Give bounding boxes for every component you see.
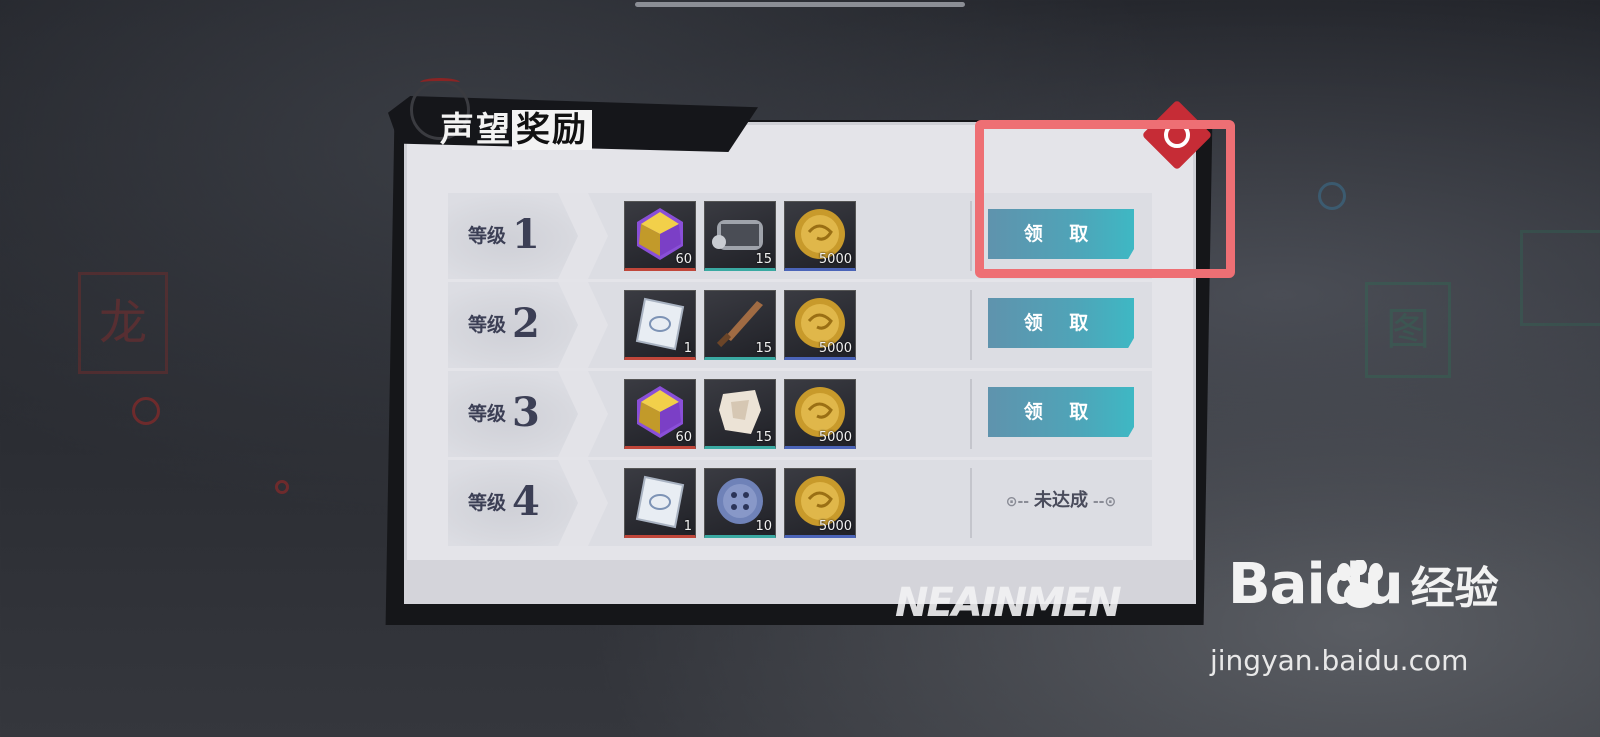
title-ring-accent — [420, 78, 460, 87]
level-text: 等级 — [468, 403, 507, 425]
row-divider — [970, 290, 972, 360]
reward-row: 等级 3 60 15 5000 领 取 — [448, 371, 1152, 457]
item-quantity: 60 — [675, 430, 692, 445]
level-label: 等级 3 — [468, 389, 540, 436]
row-divider — [970, 379, 972, 449]
item-quantity: 15 — [755, 430, 772, 445]
reward-item[interactable]: 5000 — [784, 468, 856, 538]
level-text: 等级 — [468, 492, 507, 514]
watermark-url: jingyan.baidu.com — [1210, 644, 1469, 677]
unmet-left-deco-icon: ⊙-- — [1005, 494, 1034, 510]
reward-item[interactable]: 15 — [704, 201, 776, 271]
background-seal-right: 图 — [1365, 282, 1451, 378]
level-number: 2 — [512, 300, 540, 347]
unmet-text: 未达成 — [1034, 490, 1088, 511]
level-text: 等级 — [468, 225, 507, 247]
item-quantity: 5000 — [818, 519, 852, 534]
reward-item[interactable]: 60 — [624, 379, 696, 449]
background-dot — [275, 480, 289, 494]
unmet-right-deco-icon: --⊙ — [1088, 494, 1117, 510]
background-seal-left: 龙 — [78, 272, 168, 374]
highlight-annotation — [975, 120, 1235, 278]
reward-item[interactable]: 10 — [704, 468, 776, 538]
item-quantity: 5000 — [818, 252, 852, 267]
item-quantity: 5000 — [818, 341, 852, 356]
item-quantity: 5000 — [818, 430, 852, 445]
item-quantity: 60 — [675, 252, 692, 267]
reward-item[interactable]: 1 — [624, 290, 696, 360]
level-number: 4 — [512, 478, 540, 525]
level-label: 等级 4 — [468, 478, 540, 525]
reward-item[interactable]: 5000 — [784, 290, 856, 360]
reward-item[interactable]: 5000 — [784, 379, 856, 449]
title-part-1: 声望 — [440, 110, 512, 150]
item-quantity: 15 — [755, 252, 772, 267]
reward-row: 等级 4 1 10 5000 ⊙-- 未达成 --⊙ — [448, 460, 1152, 546]
watermark-brand-2: du — [1324, 552, 1404, 617]
item-quantity: 1 — [683, 519, 692, 534]
claim-button[interactable]: 领 取 — [988, 387, 1134, 437]
claim-button[interactable]: 领 取 — [988, 298, 1134, 348]
level-number: 3 — [512, 389, 540, 436]
panel-title: 声望 奖励 — [440, 102, 592, 151]
reward-item[interactable]: 15 — [704, 379, 776, 449]
item-quantity: 1 — [683, 341, 692, 356]
watermark-cn: 经验 — [1410, 563, 1499, 614]
reward-items: 60 15 5000 — [624, 201, 856, 271]
reward-item[interactable]: 5000 — [784, 201, 856, 271]
reward-item[interactable]: 15 — [704, 290, 776, 360]
background-dot — [132, 397, 160, 425]
baidu-watermark: Baidu 经验 jingyan.baidu.com — [1210, 552, 1499, 677]
level-label: 等级 1 — [468, 211, 540, 258]
level-text: 等级 — [468, 314, 507, 336]
item-quantity: 15 — [755, 341, 772, 356]
background-seal-far-right — [1520, 230, 1600, 326]
reward-items: 60 15 5000 — [624, 379, 856, 449]
reward-items: 1 10 5000 — [624, 468, 856, 538]
top-handle-bar — [635, 2, 965, 7]
row-divider — [970, 201, 972, 271]
watermark-brand: Bai — [1228, 552, 1326, 617]
panel-footer-brush-text: NEAINMEN — [895, 580, 1122, 626]
level-number: 1 — [512, 211, 540, 258]
background-dot — [1318, 182, 1346, 210]
unmet-status: ⊙-- 未达成 --⊙ — [988, 486, 1134, 516]
item-quantity: 10 — [755, 519, 772, 534]
reward-item[interactable]: 1 — [624, 468, 696, 538]
reward-item[interactable]: 60 — [624, 201, 696, 271]
row-divider — [970, 468, 972, 538]
reward-items: 1 15 5000 — [624, 290, 856, 360]
title-part-2: 奖励 — [512, 110, 592, 150]
level-label: 等级 2 — [468, 300, 540, 347]
reward-row: 等级 2 1 15 5000 领 取 — [448, 282, 1152, 368]
